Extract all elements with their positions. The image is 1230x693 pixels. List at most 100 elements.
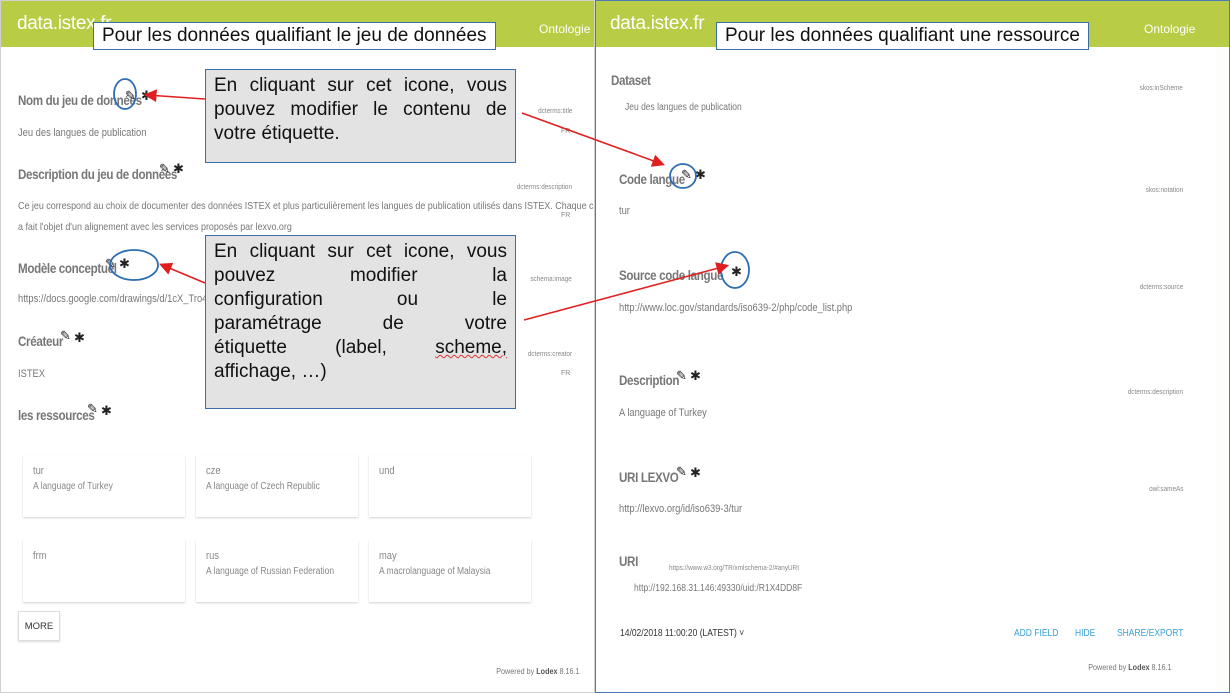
field-label-resources: les ressources [18,408,95,423]
field-value-code: tur [619,205,630,217]
powered-name[interactable]: Lodex [1128,663,1149,672]
field-label-model: Modèle conceptuel [18,261,117,276]
field-label-description: Description [619,373,680,388]
resource-card[interactable]: frm [23,540,185,602]
field-scheme: dcterms:creator [527,349,572,358]
add-field-button[interactable]: ADD FIELD [1014,628,1058,639]
field-label-code: Code langue [619,172,685,187]
annotation-line: votre étiquette. [214,123,340,144]
gear-icon[interactable]: ✱ [690,369,701,382]
field-scheme: dcterms:source [1139,282,1183,291]
gear-icon[interactable]: ✱ [173,162,184,175]
gear-icon[interactable]: ✱ [119,257,130,270]
powered-version: 8.16.1 [556,667,579,676]
gear-icon[interactable]: ✱ [690,466,701,479]
field-value-description: A language of Turkey [619,407,707,419]
edit-icon[interactable]: ✎ [87,402,98,415]
annotation-line: affichage, …) [214,361,327,382]
field-value-description-line2: a fait l'objet d'un alignement avec les … [18,221,292,233]
hide-button[interactable]: HIDE [1075,628,1095,639]
gear-icon[interactable]: ✱ [141,89,152,102]
field-scheme: dcterms:description [1127,387,1183,396]
resource-card[interactable]: tur A language of Turkey [23,455,185,517]
field-label-title: Nom du jeu de données [18,93,142,108]
powered-by: Powered by Lodex 8.16.1 [496,667,579,676]
field-scheme: skos:inScheme [1139,83,1183,92]
field-value-uri: http://192.168.31.146:49330/uid:/R1X4DD8… [634,583,803,594]
annotation-text: étiquette (label, [214,337,436,358]
resource-description: A macrolanguage of Malaysia [379,566,491,577]
resource-code: rus [206,550,219,562]
field-value-dataset[interactable]: Jeu des langues de publication [625,102,742,113]
field-scheme: skos:notation [1145,185,1183,194]
powered-prefix: Powered by [495,667,536,676]
field-label-source: Source code langue [619,268,724,283]
field-label-lexvo: URI LEXVO [619,470,679,485]
edit-icon[interactable]: ✎ [681,168,692,181]
field-value-lexvo[interactable]: http://lexvo.org/id/iso639-3/tur [619,503,742,515]
annotation-spellcheck-word: scheme, [435,337,507,358]
share-export-button[interactable]: SHARE/EXPORT [1117,628,1183,639]
annotation-line: En cliquant sur cet icone, vous [214,241,507,262]
annotation-line: paramétrage de votre [214,313,507,334]
gear-icon[interactable]: ✱ [101,404,112,417]
field-value-source[interactable]: http://www.loc.gov/standards/iso639-2/ph… [619,302,852,314]
annotation-title-resource: Pour les données qualifiant une ressourc… [716,22,1089,50]
field-label-description: Description du jeu de données [18,167,178,182]
more-button[interactable]: MORE [18,611,60,641]
field-label-dataset: Dataset [611,73,651,88]
edit-icon[interactable]: ✎ [125,89,136,102]
resource-code: tur [33,465,44,477]
field-scheme: schema:image [530,274,572,283]
gear-icon[interactable]: ✱ [695,168,706,181]
field-lang: FR [561,128,571,135]
field-lang: FR [561,212,571,219]
field-scheme: dcterms:title [537,106,572,115]
field-value-description-line1: Ce jeu correspond au choix de documenter… [18,200,595,212]
field-scheme: https://www.w3.org/TR/xmlschema-2/#anyUR… [669,563,800,572]
gear-icon[interactable]: ✱ [731,265,742,278]
edit-icon[interactable]: ✎ [60,329,71,342]
resource-code: may [379,550,397,562]
chevron-down-icon: ˅ [739,628,745,639]
ontologie-link[interactable]: Ontologie [1144,22,1195,36]
edit-icon[interactable]: ✎ [676,465,687,478]
resource-description: A language of Turkey [33,481,113,492]
powered-by: Powered by Lodex 8.16.1 [1088,663,1171,672]
powered-prefix: Powered by [1087,663,1128,672]
field-label-uri: URI [619,554,638,569]
annotation-line: étiquette (label, scheme, [214,336,507,360]
ontologie-link[interactable]: Ontologie [539,22,590,36]
resource-card[interactable]: rus A language of Russian Federation [196,540,358,602]
version-selector[interactable]: 14/02/2018 11:00:20 (LATEST) ˅ [620,628,744,639]
gear-icon[interactable]: ✱ [74,331,85,344]
field-value-title: Jeu des langues de publication [18,127,147,139]
annotation-line: En cliquant sur cet icone, vous [214,75,507,96]
resource-card[interactable]: und [369,455,531,517]
resource-card[interactable]: cze A language of Czech Republic [196,455,358,517]
annotation-line: configuration ou le [214,289,507,310]
brand-logo[interactable]: data.istex.fr [610,13,705,35]
field-scheme: owl:sameAs [1148,484,1183,493]
edit-icon[interactable]: ✎ [105,257,116,270]
resource-panel: data.istex.fr Ontologie Dataset skos:inS… [595,0,1230,693]
resource-code: frm [33,550,47,562]
field-label-creator: Créateur [18,334,64,349]
powered-name[interactable]: Lodex [536,667,557,676]
annotation-title-dataset: Pour les données qualifiant le jeu de do… [93,22,496,50]
edit-icon[interactable]: ✎ [676,369,687,382]
annotation-line: pouvez modifier la [214,265,507,286]
annotation-box-settings: En cliquant sur cet icone, vous pouvez m… [205,235,516,409]
powered-version: 8.16.1 [1148,663,1171,672]
annotation-box-edit: En cliquant sur cet icone, vous pouvez m… [205,69,516,163]
annotation-line: pouvez modifier le contenu de [214,99,507,120]
resource-code: und [379,465,395,477]
resource-card[interactable]: may A macrolanguage of Malaysia [369,540,531,602]
resource-description: A language of Russian Federation [206,566,335,577]
field-value-creator: ISTEX [18,368,46,380]
resource-code: cze [206,465,221,477]
field-lang: FR [561,370,571,377]
version-label: 14/02/2018 11:00:20 (LATEST) [620,628,737,639]
edit-icon[interactable]: ✎ [159,162,170,175]
resource-description: A language of Czech Republic [206,481,320,492]
